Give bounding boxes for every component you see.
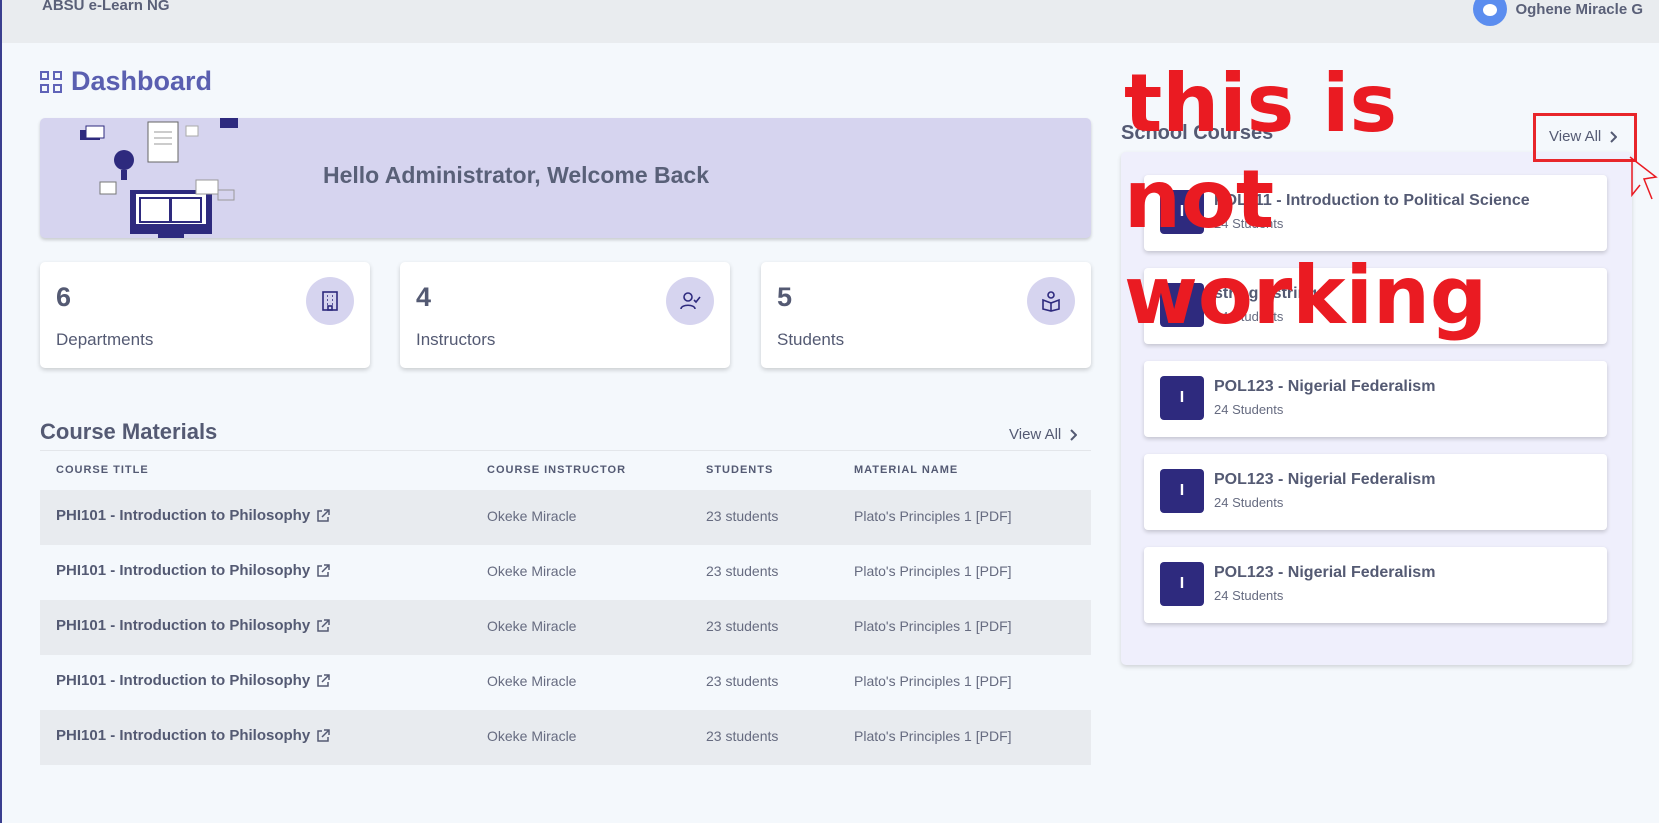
table-row[interactable]: PHI101 - Introduction to Philosophy Okek… (40, 545, 1091, 600)
brand-name[interactable]: ABSU e-Learn NG (42, 0, 170, 14)
instructor-name: Okeke Miracle (487, 618, 577, 634)
course-student-count: 24 Students (1214, 402, 1284, 417)
course-card[interactable]: I POL123 - Nigerial Federalism 24 Studen… (1144, 454, 1607, 530)
column-header[interactable]: MATERIAL NAME (854, 464, 958, 476)
student-count: 23 students (706, 563, 779, 579)
welcome-message: Hello Administrator, Welcome Back (323, 162, 710, 188)
user-check-icon (666, 277, 714, 325)
course-badge: I (1160, 376, 1204, 420)
course-title-link[interactable]: PHI101 - Introduction to Philosophy (56, 672, 330, 689)
stat-card-students: 5 Students (761, 262, 1091, 368)
material-name: Plato's Principles 1 [PDF] (854, 728, 1012, 744)
column-header[interactable]: COURSE INSTRUCTOR (487, 464, 626, 476)
materials-view-all-button[interactable]: View All (1009, 426, 1078, 443)
course-materials-title: Course Materials (40, 419, 218, 444)
material-name: Plato's Principles 1 [PDF] (854, 508, 1012, 524)
course-materials-table: COURSE TITLE COURSE INSTRUCTOR STUDENTS … (40, 452, 1091, 765)
stat-card-departments: 6 Departments (40, 262, 370, 368)
external-link-icon[interactable] (316, 618, 330, 633)
table-header: COURSE TITLE COURSE INSTRUCTOR STUDENTS … (40, 452, 1091, 490)
stat-value: 4 (416, 282, 432, 312)
banner-illustration (80, 118, 238, 238)
course-title[interactable]: PHI101 - Introduction to Philosophy (56, 507, 310, 524)
stat-label: Students (777, 330, 845, 349)
stat-card-instructors: 4 Instructors (400, 262, 730, 368)
stat-value: 6 (56, 282, 72, 312)
material-name: Plato's Principles 1 [PDF] (854, 618, 1012, 634)
stat-label: Departments (56, 330, 154, 349)
student-count: 23 students (706, 728, 779, 744)
table-row[interactable]: PHI101 - Introduction to Philosophy Okek… (40, 490, 1091, 545)
table-row[interactable]: PHI101 - Introduction to Philosophy Okek… (40, 655, 1091, 710)
instructor-name: Okeke Miracle (487, 728, 577, 744)
user-name[interactable]: Oghene Miracle G (1515, 1, 1643, 18)
building-icon (306, 277, 354, 325)
page-title-text: Dashboard (71, 66, 213, 96)
stat-label: Instructors (416, 330, 496, 349)
course-title[interactable]: PHI101 - Introduction to Philosophy (56, 617, 310, 634)
dashboard-icon (40, 70, 62, 93)
student-count: 23 students (706, 618, 779, 634)
external-link-icon[interactable] (316, 508, 330, 523)
view-all-label[interactable]: View All (1009, 426, 1061, 443)
top-bar: ABSU e-Learn NG Oghene Miracle G (0, 0, 1659, 43)
avatar[interactable] (1473, 0, 1508, 26)
course-badge: I (1160, 562, 1204, 606)
annotation-text: this is not working (1124, 57, 1488, 342)
divider (40, 450, 1091, 451)
table-row[interactable]: PHI101 - Introduction to Philosophy Okek… (40, 600, 1091, 655)
welcome-banner: Hello Administrator, Welcome Back (40, 118, 1091, 238)
chevron-right-icon (1070, 428, 1078, 441)
table-row[interactable]: PHI101 - Introduction to Philosophy Okek… (40, 710, 1091, 765)
column-header[interactable]: STUDENTS (706, 464, 773, 476)
course-card[interactable]: I POL123 - Nigerial Federalism 24 Studen… (1144, 361, 1607, 437)
course-student-count: 24 Students (1214, 495, 1284, 510)
course-title[interactable]: PHI101 - Introduction to Philosophy (56, 727, 310, 744)
annotation-highlight-box (1533, 113, 1637, 162)
student-count: 23 students (706, 673, 779, 689)
course-name[interactable]: POL123 - Nigerial Federalism (1214, 564, 1435, 582)
annotation-cursor-scribble (1629, 156, 1658, 200)
external-link-icon[interactable] (316, 728, 330, 743)
user-menu[interactable]: Oghene Miracle G (1473, 0, 1643, 26)
course-name[interactable]: POL123 - Nigerial Federalism (1214, 471, 1435, 489)
course-title-link[interactable]: PHI101 - Introduction to Philosophy (56, 507, 330, 524)
column-header[interactable]: COURSE TITLE (56, 464, 149, 476)
instructor-name: Okeke Miracle (487, 563, 577, 579)
instructor-name: Okeke Miracle (487, 673, 577, 689)
stat-value: 5 (777, 282, 793, 312)
course-title-link[interactable]: PHI101 - Introduction to Philosophy (56, 617, 330, 634)
course-title-link[interactable]: PHI101 - Introduction to Philosophy (56, 727, 330, 744)
course-title[interactable]: PHI101 - Introduction to Philosophy (56, 562, 310, 579)
left-edge (0, 0, 2, 823)
course-title-link[interactable]: PHI101 - Introduction to Philosophy (56, 562, 330, 579)
course-badge: I (1160, 469, 1204, 513)
external-link-icon[interactable] (316, 673, 330, 688)
course-title[interactable]: PHI101 - Introduction to Philosophy (56, 672, 310, 689)
page-title: Dashboard (40, 66, 212, 97)
student-count: 23 students (706, 508, 779, 524)
material-name: Plato's Principles 1 [PDF] (854, 673, 1012, 689)
external-link-icon[interactable] (316, 563, 330, 578)
material-name: Plato's Principles 1 [PDF] (854, 563, 1012, 579)
reader-icon (1027, 277, 1075, 325)
instructor-name: Okeke Miracle (487, 508, 577, 524)
course-card[interactable]: I POL123 - Nigerial Federalism 24 Studen… (1144, 547, 1607, 623)
course-student-count: 24 Students (1214, 588, 1284, 603)
course-name[interactable]: POL123 - Nigerial Federalism (1214, 378, 1435, 396)
